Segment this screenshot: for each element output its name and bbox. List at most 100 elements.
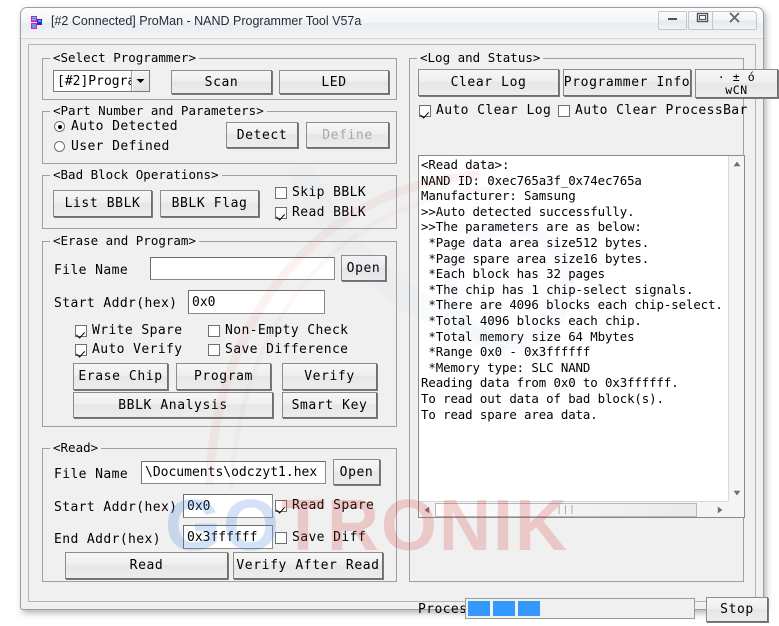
checkbox-save-diff[interactable]: Save Diff [275,530,366,545]
program-button[interactable]: Program [176,363,271,390]
erase-start-addr-label: Start Addr(hex) [54,296,178,311]
detect-button[interactable]: Detect [226,122,298,148]
checkbox-read-bblk-label: Read BBLK [292,205,367,220]
checkbox-read-bblk-box [275,206,287,219]
radio-user-defined[interactable]: User Defined [54,139,170,154]
log-vertical-scrollbar[interactable] [728,156,744,501]
log-horizontal-scrollbar[interactable]: ||| [419,501,728,517]
programmer-info-button[interactable]: Programmer Info [563,69,691,96]
part-number-group: <Part Number and Parameters> Auto Detect… [42,103,397,164]
smart-key-button[interactable]: Smart Key [282,392,377,418]
erase-file-name-input[interactable] [150,257,335,280]
checkbox-auto-clear-processbar[interactable]: Auto Clear ProcessBar [558,103,748,118]
radio-auto-detected-circle [54,121,65,132]
checkbox-save-difference-box [208,343,220,356]
checkbox-auto-clear-log-box [419,104,431,117]
desktop-background: [#2 Connected] ProMan - NAND Programmer … [0,0,779,626]
checkbox-skip-bblk-box [275,186,287,199]
checkbox-non-empty-check-box [208,324,220,337]
bad-block-title: <Bad Block Operations> [50,167,222,182]
select-programmer-title: <Select Programmer> [50,50,199,65]
mojibake-button-line2: wCN [725,82,748,97]
checkbox-read-spare[interactable]: Read Spare [275,498,374,513]
checkbox-save-difference-label: Save Difference [225,342,349,357]
close-button[interactable] [712,11,757,30]
checkbox-auto-clear-processbar-label: Auto Clear ProcessBar [575,103,748,118]
bad-block-group: <Bad Block Operations> List BBLK BBLK Fl… [42,167,397,229]
read-file-name-input[interactable]: \Documents\odczyt1.hex [141,461,326,484]
mojibake-button[interactable]: · ± ó wCN [695,69,778,98]
read-end-addr-label: End Addr(hex) [54,532,161,547]
window-title: [#2 Connected] ProMan - NAND Programmer … [51,14,362,28]
radio-user-defined-circle [54,141,65,152]
radio-auto-detected[interactable]: Auto Detected [54,119,178,134]
read-title: <Read> [50,440,102,455]
read-start-addr-input[interactable]: 0x0 [183,494,273,518]
led-button[interactable]: LED [279,70,389,94]
verify-button[interactable]: Verify [282,363,377,390]
part-number-title: <Part Number and Parameters> [50,103,267,118]
read-start-addr-label: Start Addr(hex) [54,500,178,515]
read-end-addr-input[interactable]: 0x3ffffff [183,525,273,549]
clear-log-button[interactable]: Clear Log [418,69,559,96]
programmer-select-value: [#2]Programm [57,73,131,89]
scroll-down-arrow-icon[interactable] [729,485,744,501]
checkbox-read-bblk[interactable]: Read BBLK [275,205,366,220]
log-text-content: <Read data>: NAND ID: 0xec765a3f_0x74ec7… [421,157,723,422]
checkbox-read-spare-label: Read Spare [292,498,375,513]
log-textarea[interactable]: <Read data>: NAND ID: 0xec765a3f_0x74ec7… [418,155,745,518]
checkbox-write-spare-label: Write Spare [92,323,183,338]
read-button[interactable]: Read [65,552,228,579]
minimize-button[interactable] [658,11,687,30]
progress-block [468,601,490,616]
radio-user-defined-label: User Defined [71,139,170,154]
checkbox-skip-bblk-label: Skip BBLK [292,185,367,200]
checkbox-save-diff-box [275,531,287,544]
erase-program-title: <Erase and Program> [50,233,199,248]
checkbox-save-diff-label: Save Diff [292,530,367,545]
scrollbar-corner [728,501,744,517]
programmer-select-combo[interactable]: [#2]Programm [53,70,150,92]
checkbox-auto-verify[interactable]: Auto Verify [75,342,183,357]
scroll-grip-icon: ||| [556,505,576,515]
erase-program-group: <Erase and Program> File Name Open Start… [42,233,397,427]
checkbox-save-difference[interactable]: Save Difference [208,342,348,357]
bblk-flag-button[interactable]: BBLK Flag [160,190,259,217]
chevron-down-icon[interactable] [131,71,149,91]
checkbox-non-empty-check-label: Non-Empty Check [225,323,349,338]
log-status-group: <Log and Status> Clear Log Programmer In… [409,50,778,622]
list-bblk-button[interactable]: List BBLK [53,190,152,217]
checkbox-auto-clear-processbar-box [558,104,570,117]
checkbox-write-spare[interactable]: Write Spare [75,323,183,338]
progress-block [493,601,515,616]
erase-file-name-label: File Name [54,263,129,278]
define-button: Define [306,122,389,148]
erase-chip-button[interactable]: Erase Chip [73,363,168,390]
bblk-analysis-button[interactable]: BBLK Analysis [73,392,273,418]
log-hscroll-thumb[interactable]: ||| [435,503,697,517]
erase-start-addr-input[interactable]: 0x0 [188,290,325,314]
mojibake-button-line1: · ± ó [717,69,756,84]
erase-open-button[interactable]: Open [341,255,386,281]
select-programmer-group: <Select Programmer> [#2]Programm Scan LE… [42,50,397,100]
scan-button[interactable]: Scan [171,70,272,94]
stop-button[interactable]: Stop [706,597,768,622]
progress-block [518,601,540,616]
scroll-left-arrow-icon[interactable] [419,502,435,517]
checkbox-write-spare-box [75,324,87,337]
read-group: <Read> File Name \Documents\odczyt1.hex … [42,440,397,582]
checkbox-auto-clear-log[interactable]: Auto Clear Log [419,103,551,118]
checkbox-read-spare-box [275,499,287,512]
checkbox-auto-clear-log-label: Auto Clear Log [436,103,552,118]
checkbox-skip-bblk[interactable]: Skip BBLK [275,185,366,200]
client-area: GOTRONIK <Select Programmer> [#2]Program… [28,44,778,622]
checkbox-auto-verify-label: Auto Verify [92,342,183,357]
app-window: [#2 Connected] ProMan - NAND Programmer … [20,7,778,622]
title-bar: [#2 Connected] ProMan - NAND Programmer … [21,8,763,39]
scroll-right-arrow-icon[interactable] [712,502,728,517]
read-open-button[interactable]: Open [333,459,380,485]
app-chip-icon [29,15,45,31]
checkbox-non-empty-check[interactable]: Non-Empty Check [208,323,348,338]
scroll-up-arrow-icon[interactable] [729,156,744,172]
verify-after-read-button[interactable]: Verify After Read [233,552,383,579]
